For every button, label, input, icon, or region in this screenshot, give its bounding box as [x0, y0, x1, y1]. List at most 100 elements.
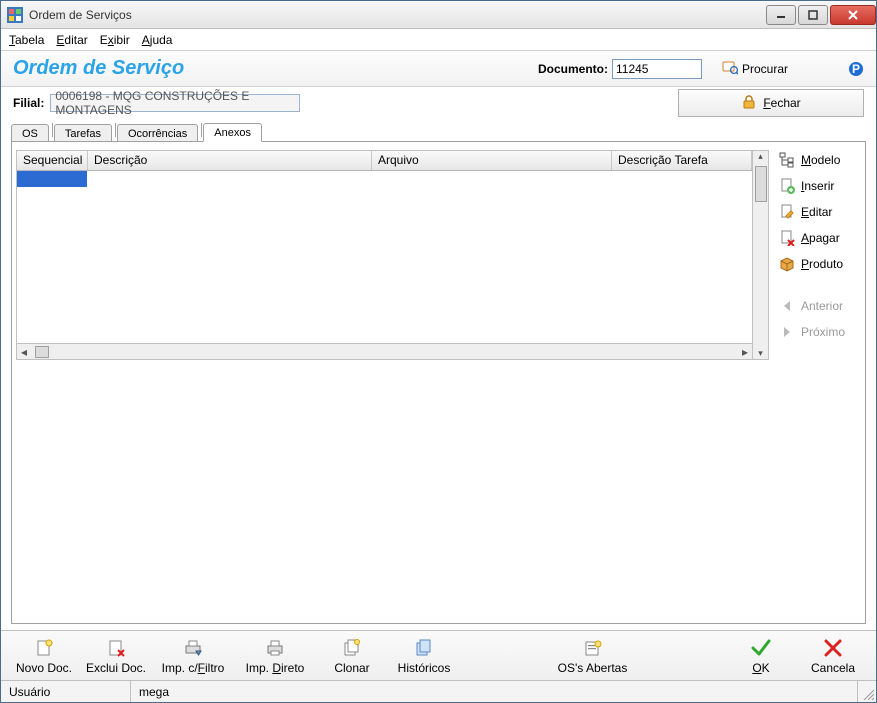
filial-field: 0006198 - MQG CONSTRUÇÕES E MONTAGENS: [50, 94, 300, 112]
box-icon: [779, 256, 795, 272]
document-add-icon: [779, 178, 795, 194]
module-title: Ordem de Serviço: [13, 57, 184, 80]
print-icon: [264, 637, 286, 659]
novo-doc-button[interactable]: Novo Doc.: [11, 637, 77, 675]
hscroll-thumb[interactable]: [35, 346, 49, 358]
scroll-left-icon[interactable]: ◂: [17, 345, 31, 359]
menu-ajuda[interactable]: Ajuda: [142, 33, 173, 47]
arrow-right-icon: [779, 324, 795, 340]
tab-os[interactable]: OS: [11, 124, 49, 142]
lock-icon: [741, 94, 757, 113]
app-icon: [7, 7, 23, 23]
cancela-button[interactable]: Cancela: [800, 637, 866, 675]
window-controls: [764, 5, 876, 25]
modelo-label: Modelo: [801, 153, 840, 167]
exclui-doc-button[interactable]: Exclui Doc.: [83, 637, 149, 675]
document-edit-icon: [779, 204, 795, 220]
header-band: Ordem de Serviço Documento: Procurar P: [1, 51, 876, 87]
proximo-button: Próximo: [779, 324, 859, 340]
open-orders-icon: [582, 637, 604, 659]
col-descricao-tarefa[interactable]: Descrição Tarefa: [612, 151, 752, 170]
tab-ocorrencias[interactable]: Ocorrências: [117, 124, 198, 142]
exclui-doc-label: Exclui Doc.: [86, 661, 146, 675]
vertical-scrollbar[interactable]: ▴ ▾: [752, 151, 768, 359]
anterior-label: Anterior: [801, 299, 843, 313]
new-document-icon: [33, 637, 55, 659]
menu-tabela[interactable]: Tabela: [9, 33, 44, 47]
arrow-left-icon: [779, 298, 795, 314]
editar-label: Editar: [801, 205, 832, 219]
ok-label: OK: [752, 661, 769, 675]
statusbar: Usuário mega: [1, 680, 876, 702]
grid-header: Sequencial Descrição Arquivo Descrição T…: [17, 151, 752, 171]
clonar-button[interactable]: Clonar: [319, 637, 385, 675]
horizontal-scrollbar[interactable]: ◂ ▸: [17, 343, 752, 359]
clonar-label: Clonar: [334, 661, 369, 675]
fechar-button[interactable]: Fechar: [678, 89, 864, 117]
tree-icon: [779, 152, 795, 168]
maximize-button[interactable]: [798, 5, 828, 25]
col-descricao[interactable]: Descrição: [88, 151, 372, 170]
col-sequencial[interactable]: Sequencial: [17, 151, 88, 170]
app-window: Ordem de Serviços Tabela Editar Exibir A…: [0, 0, 877, 703]
clone-icon: [341, 637, 363, 659]
apagar-label: Apagar: [801, 231, 840, 245]
tabs-row: OS Tarefas Ocorrências Anexos: [1, 119, 876, 141]
menu-exibir[interactable]: Exibir: [100, 33, 130, 47]
imp-cfiltro-label: Imp. c/Filtro: [162, 661, 225, 675]
scroll-down-icon[interactable]: ▾: [758, 348, 763, 359]
col-arquivo[interactable]: Arquivo: [372, 151, 612, 170]
novo-doc-label: Novo Doc.: [16, 661, 72, 675]
menubar: Tabela Editar Exibir Ajuda: [1, 29, 876, 51]
filial-label: Filial:: [13, 96, 44, 110]
inserir-button[interactable]: Inserir: [779, 178, 859, 194]
imp-direto-label: Imp. Direto: [246, 661, 305, 675]
historicos-label: Históricos: [398, 661, 451, 675]
editar-button[interactable]: Editar: [779, 204, 859, 220]
documento-input[interactable]: [612, 59, 702, 79]
status-usuario-value: mega: [131, 681, 858, 702]
scroll-right-icon[interactable]: ▸: [738, 345, 752, 359]
svg-text:P: P: [852, 62, 860, 76]
grid-body[interactable]: [17, 171, 752, 343]
documento-label: Documento:: [538, 62, 608, 76]
tab-tarefas[interactable]: Tarefas: [54, 124, 112, 142]
print-filter-icon: [182, 637, 204, 659]
filial-value: 0006198 - MQG CONSTRUÇÕES E MONTAGENS: [55, 89, 295, 117]
p-badge-icon[interactable]: P: [848, 61, 864, 77]
minimize-button[interactable]: [766, 5, 796, 25]
ok-button[interactable]: OK: [728, 637, 794, 675]
scroll-up-icon[interactable]: ▴: [758, 151, 763, 162]
search-icon: [722, 59, 738, 78]
vscroll-thumb[interactable]: [755, 166, 767, 202]
oss-abertas-label: OS's Abertas: [558, 661, 628, 675]
close-button[interactable]: [830, 5, 876, 25]
menu-editar[interactable]: Editar: [56, 33, 87, 47]
window-title: Ordem de Serviços: [29, 8, 764, 22]
tab-anexos[interactable]: Anexos: [203, 123, 262, 142]
procurar-label: Procurar: [742, 62, 788, 76]
modelo-button[interactable]: Modelo: [779, 152, 859, 168]
titlebar: Ordem de Serviços: [1, 1, 876, 29]
selected-cell[interactable]: [17, 171, 87, 187]
apagar-button[interactable]: Apagar: [779, 230, 859, 246]
produto-label: Produto: [801, 257, 843, 271]
resize-grip[interactable]: [858, 681, 876, 702]
procurar-button[interactable]: Procurar: [722, 59, 788, 78]
produto-button[interactable]: Produto: [779, 256, 859, 272]
oss-abertas-button[interactable]: OS's Abertas: [555, 637, 631, 675]
document-delete-icon: [779, 230, 795, 246]
filial-row: Filial: 0006198 - MQG CONSTRUÇÕES E MONT…: [1, 87, 876, 119]
side-actions: Modelo Inserir Editar Apagar Produto A: [773, 142, 865, 623]
cancel-icon: [822, 637, 844, 659]
delete-document-icon: [105, 637, 127, 659]
imp-direto-button[interactable]: Imp. Direto: [237, 637, 313, 675]
history-icon: [413, 637, 435, 659]
historicos-button[interactable]: Históricos: [391, 637, 457, 675]
grid: Sequencial Descrição Arquivo Descrição T…: [16, 150, 769, 360]
cancela-label: Cancela: [811, 661, 855, 675]
menu-tabela-rest: abela: [15, 33, 44, 47]
imp-cfiltro-button[interactable]: Imp. c/Filtro: [155, 637, 231, 675]
proximo-label: Próximo: [801, 325, 845, 339]
status-usuario-label: Usuário: [1, 681, 131, 702]
